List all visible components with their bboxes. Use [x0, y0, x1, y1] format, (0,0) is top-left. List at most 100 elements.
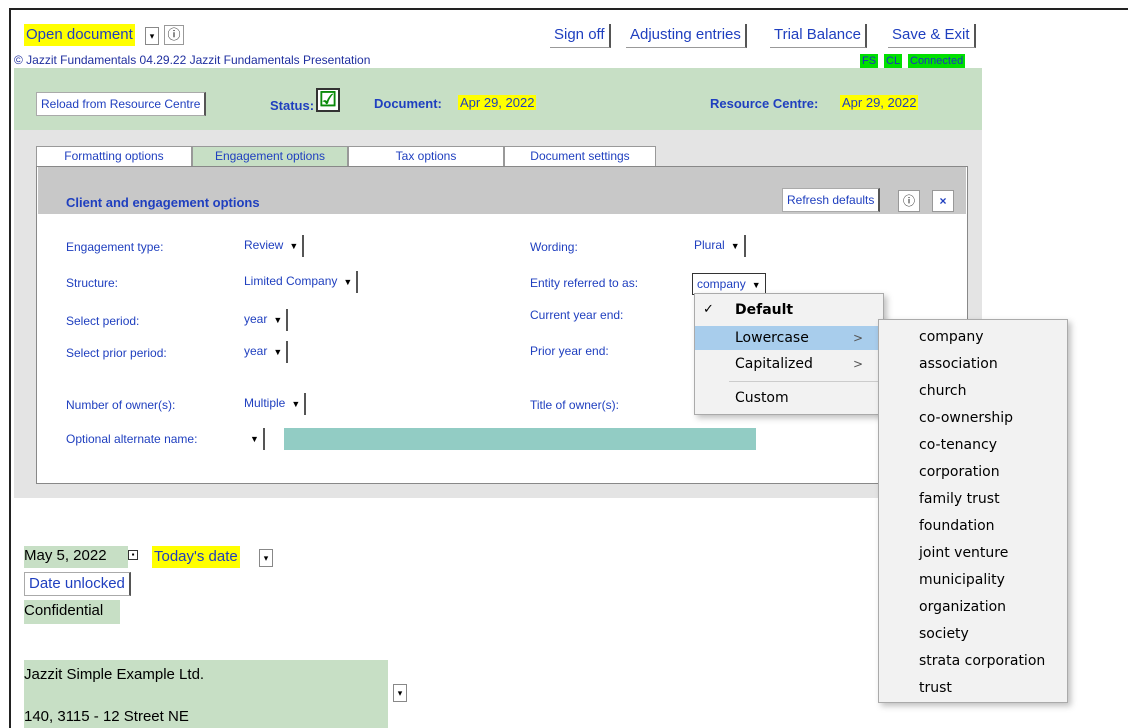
submenu-item[interactable]: church: [879, 378, 1067, 405]
tab-engagement-options[interactable]: Engagement options: [192, 146, 348, 166]
optional-alternate-name-label: Optional alternate name:: [66, 432, 198, 446]
engagement-type-label: Engagement type:: [66, 240, 164, 254]
todays-date-dropdown-icon[interactable]: ▾: [259, 549, 273, 567]
submenu-item[interactable]: society: [879, 621, 1067, 648]
info-symbol: ⓘ: [167, 27, 181, 42]
chevron-down-icon: ▼: [751, 280, 761, 290]
chevron-down-icon: ▼: [291, 399, 301, 409]
optional-alternate-name-select[interactable]: ▼: [240, 428, 265, 450]
submenu-item[interactable]: organization: [879, 594, 1067, 621]
submenu-item[interactable]: corporation: [879, 459, 1067, 486]
menu-divider: [729, 381, 879, 382]
address-dropdown-icon[interactable]: ▾: [393, 684, 407, 702]
select-period-select[interactable]: year ▼: [240, 309, 289, 331]
engagement-type-value: Review: [244, 238, 284, 252]
copyright-text: © Jazzit Fundamentals 04.29.22 Jazzit Fu…: [14, 53, 371, 67]
open-document-label: Open document: [26, 26, 133, 43]
current-year-end-label: Current year end:: [530, 308, 624, 322]
resource-centre-date: Apr 29, 2022: [840, 95, 919, 110]
chevron-down-icon: ▼: [273, 347, 283, 357]
refresh-defaults-label: Refresh defaults: [787, 193, 875, 207]
menu-item-capitalized[interactable]: Capitalized >: [695, 352, 883, 376]
address-text: 140, 3115 - 12 Street NE: [24, 708, 189, 725]
close-icon[interactable]: ×: [932, 190, 954, 212]
save-exit-label: Save & Exit: [892, 26, 970, 43]
connected-badge: Connected: [908, 54, 966, 68]
menu-item-capitalized-label: Capitalized: [735, 356, 813, 372]
date-unlocked-label: Date unlocked: [29, 575, 125, 592]
check-icon: ✓: [703, 302, 714, 317]
select-prior-period-select[interactable]: year ▼: [240, 341, 289, 363]
alternate-name-input[interactable]: [284, 428, 756, 450]
document-label: Document:: [374, 96, 442, 111]
submenu-item[interactable]: association: [879, 351, 1067, 378]
todays-date-menu[interactable]: Today's date: [152, 546, 240, 568]
confidential-text: Confidential: [24, 602, 104, 619]
entity-format-menu: ✓ Default Lowercase > Capitalized > Cust…: [694, 293, 884, 415]
submenu-item[interactable]: foundation: [879, 513, 1067, 540]
fs-badge: FS: [860, 54, 879, 68]
chevron-down-icon: ▼: [343, 277, 353, 287]
save-exit-button[interactable]: Save & Exit: [888, 24, 976, 48]
open-document-menu[interactable]: Open document: [24, 24, 135, 46]
structure-value: Limited Company: [244, 274, 338, 288]
tab-tax-options[interactable]: Tax options: [348, 146, 504, 166]
select-prior-period-value: year: [244, 344, 268, 358]
open-document-dropdown-icon[interactable]: ▾: [145, 27, 159, 45]
entity-referred-value: company: [697, 277, 746, 291]
entity-referred-select[interactable]: company ▼: [692, 273, 766, 295]
sign-off-label: Sign off: [554, 26, 605, 43]
company-name-text: Jazzit Simple Example Ltd.: [24, 666, 205, 683]
reload-button[interactable]: Reload from Resource Centre: [36, 92, 207, 116]
resource-centre-label: Resource Centre:: [710, 96, 819, 111]
chevron-right-icon: >: [852, 331, 863, 345]
calendar-icon[interactable]: ▪: [128, 550, 138, 560]
document-date-text: May 5, 2022: [24, 547, 107, 564]
number-of-owners-value: Multiple: [244, 396, 286, 410]
todays-date-label: Today's date: [154, 548, 238, 565]
refresh-defaults-button[interactable]: Refresh defaults: [782, 188, 881, 212]
tab-document-settings[interactable]: Document settings: [504, 146, 656, 166]
number-of-owners-label: Number of owner(s):: [66, 398, 176, 412]
adjusting-entries-button[interactable]: Adjusting entries: [626, 24, 747, 48]
submenu-item[interactable]: municipality: [879, 567, 1067, 594]
submenu-item[interactable]: co-tenancy: [879, 432, 1067, 459]
panel-info-icon[interactable]: ⓘ: [898, 190, 920, 212]
menu-item-lowercase[interactable]: Lowercase >: [695, 326, 883, 350]
lowercase-submenu: company association church co-ownership …: [878, 319, 1068, 703]
entity-referred-label: Entity referred to as:: [530, 276, 639, 290]
wording-value: Plural: [694, 238, 725, 252]
menu-item-default[interactable]: ✓ Default: [695, 298, 883, 322]
sign-off-button[interactable]: Sign off: [550, 24, 611, 48]
adjusting-entries-label: Adjusting entries: [630, 26, 741, 43]
prior-year-end-label: Prior year end:: [530, 344, 609, 358]
wording-label: Wording:: [530, 240, 578, 254]
chevron-down-icon: ▼: [250, 434, 259, 444]
chevron-down-icon: ▼: [289, 241, 299, 251]
menu-item-custom-label: Custom: [735, 390, 789, 406]
select-period-value: year: [244, 312, 268, 326]
submenu-item[interactable]: strata corporation: [879, 648, 1067, 675]
submenu-item[interactable]: co-ownership: [879, 405, 1067, 432]
trial-balance-label: Trial Balance: [774, 26, 861, 43]
reload-label: Reload from Resource Centre: [41, 97, 201, 111]
tab-formatting-options[interactable]: Formatting options: [36, 146, 192, 166]
submenu-item[interactable]: company: [879, 324, 1067, 351]
status-label: Status:: [270, 98, 315, 113]
submenu-item[interactable]: trust: [879, 675, 1067, 702]
section-title: Client and engagement options: [66, 195, 260, 210]
number-of-owners-select[interactable]: Multiple ▼: [240, 393, 307, 415]
submenu-item[interactable]: family trust: [879, 486, 1067, 513]
info-icon[interactable]: ⓘ: [164, 25, 184, 45]
menu-item-custom[interactable]: Custom: [695, 386, 883, 410]
wording-select[interactable]: Plural ▼: [690, 235, 746, 257]
structure-select[interactable]: Limited Company ▼: [240, 271, 359, 293]
date-unlocked-button[interactable]: Date unlocked: [24, 572, 131, 596]
select-period-label: Select period:: [66, 314, 140, 328]
chevron-right-icon: >: [852, 357, 863, 371]
engagement-type-select[interactable]: Review ▼: [240, 235, 305, 257]
chevron-down-icon: ▼: [273, 315, 283, 325]
submenu-item[interactable]: joint venture: [879, 540, 1067, 567]
trial-balance-button[interactable]: Trial Balance: [770, 24, 867, 48]
document-date: Apr 29, 2022: [458, 95, 537, 110]
